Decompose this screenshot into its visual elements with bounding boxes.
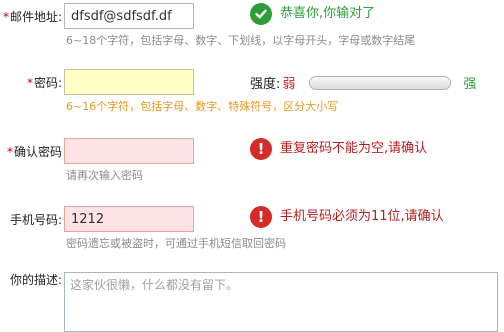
required-mark: * [6,145,13,159]
check-circle-icon [250,3,272,25]
strength-weak-label: 弱 [282,77,296,92]
email-label: *邮件地址: [2,10,62,24]
password-label: *密码: [26,76,62,90]
phone-field[interactable] [64,206,194,232]
exclamation-circle-icon: ! [250,138,272,160]
confirm-password-field[interactable] [64,138,194,164]
password-strength: 强度: 弱 强 [250,73,476,92]
exclamation-circle-icon: ! [250,206,272,228]
email-field[interactable] [64,3,194,29]
confirm-error-message: ! 重复密码不能为空,请确认 [250,138,427,160]
required-mark: * [26,76,33,90]
strength-strong-label: 强 [463,77,477,92]
email-status-message: 恭喜你,你输对了 [250,3,375,25]
phone-label: 手机号码: [9,213,62,227]
phone-error-message: ! 手机号码必须为11位,请确认 [250,206,444,228]
strength-meter [309,75,452,90]
strength-label: 强度: [250,77,281,92]
description-textarea[interactable] [64,272,498,332]
password-field[interactable] [64,69,194,95]
confirm-label: *确认密码 [6,145,62,159]
confirm-error-text: 重复密码不能为空,请确认 [280,141,428,156]
password-hint: 6~16个字符，包括字母、数字、特殊符号，区分大小写 [66,100,339,113]
required-mark: * [2,10,9,24]
phone-hint: 密码遗忘或被盗时，可通过手机短信取回密码 [66,237,286,250]
confirm-hint: 请再次输入密码 [66,169,143,182]
description-label: 你的描述: [9,273,62,287]
email-hint: 6~18个字符，包括字母、数字、下划线，以字母开头，字母或数字结尾 [66,34,416,47]
email-success-text: 恭喜你,你输对了 [280,6,376,21]
phone-error-text: 手机号码必须为11位,请确认 [280,209,444,224]
